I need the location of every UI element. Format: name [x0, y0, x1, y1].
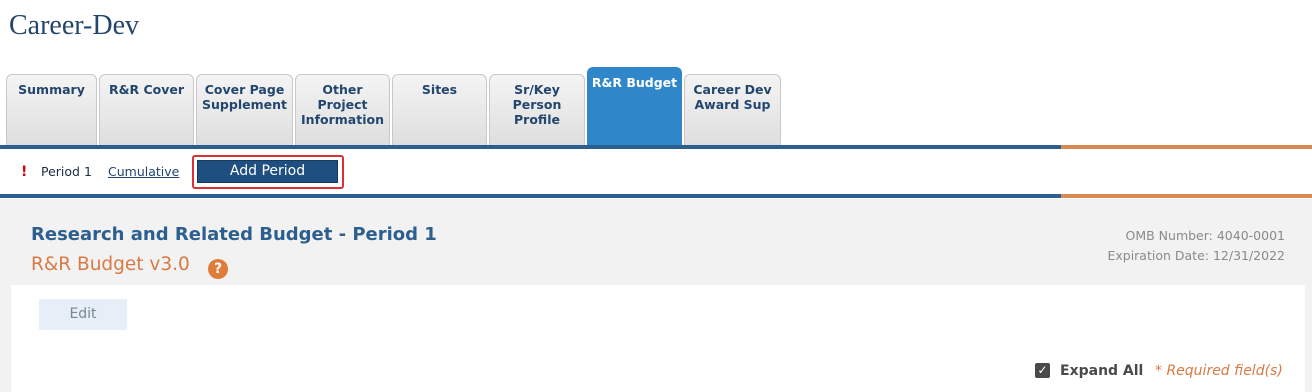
tab-other-project-information[interactable]: Other Project Information	[295, 74, 390, 146]
omb-number: OMB Number: 4040-0001	[1125, 228, 1286, 243]
add-period-button[interactable]: Add Period	[197, 160, 338, 183]
tab-summary[interactable]: Summary	[6, 74, 97, 146]
expand-all-checkbox[interactable]: ✓	[1035, 363, 1050, 378]
edit-button[interactable]: Edit	[39, 299, 127, 330]
current-period-label: Period 1	[41, 164, 92, 179]
period-divider-blue	[0, 194, 1061, 198]
tab-career-dev-award-sup[interactable]: Career Dev Award Sup	[684, 74, 781, 146]
app-title: Career-Dev	[9, 10, 140, 41]
form-version: R&R Budget v3.0	[31, 254, 190, 275]
tab-sites[interactable]: Sites	[392, 74, 487, 146]
expiration-date: Expiration Date: 12/31/2022	[1107, 248, 1285, 263]
exclamation-icon: !	[21, 164, 28, 180]
tab-rr-cover[interactable]: R&R Cover	[99, 74, 194, 146]
cumulative-link[interactable]: Cumulative	[108, 164, 179, 179]
required-fields-note: * Required field(s)	[1155, 363, 1283, 379]
tab-rr-budget[interactable]: R&R Budget	[587, 67, 682, 146]
form-title: Research and Related Budget - Period 1	[31, 224, 437, 245]
help-icon[interactable]: ?	[208, 259, 228, 279]
expand-all-label[interactable]: Expand All	[1060, 363, 1143, 379]
tab-cover-page-supplement[interactable]: Cover Page Supplement	[196, 74, 293, 146]
period-divider-orange	[1061, 194, 1312, 198]
tab-sr-key-person-profile[interactable]: Sr/Key Person Profile	[489, 74, 585, 146]
